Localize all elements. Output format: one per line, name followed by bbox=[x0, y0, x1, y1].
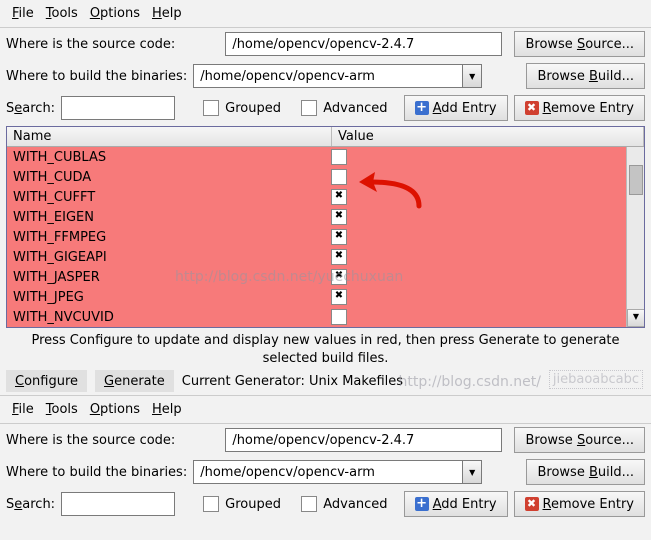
option-value[interactable] bbox=[325, 209, 644, 225]
grouped-label: Grouped bbox=[225, 101, 281, 116]
option-name: WITH_JASPER bbox=[7, 270, 325, 285]
hint-text: Press Configure to update and display ne… bbox=[0, 328, 651, 370]
remove-icon: ✖ bbox=[525, 101, 539, 115]
watermark-sub: http://blog.csdn.net/ bbox=[399, 374, 541, 390]
build-path-dropdown-2[interactable]: ▼ bbox=[462, 460, 482, 484]
option-name: WITH_GIGEAPI bbox=[7, 250, 325, 265]
grouped-label-2: Grouped bbox=[225, 497, 281, 512]
option-value[interactable] bbox=[325, 309, 644, 325]
label-search-2: Search: bbox=[6, 497, 55, 512]
advanced-label-2: Advanced bbox=[323, 497, 387, 512]
label-source-2: Where is the source code: bbox=[6, 433, 175, 448]
menubar-2: File Tools Options Help bbox=[0, 396, 651, 424]
option-value[interactable] bbox=[325, 229, 644, 245]
column-value[interactable]: Value bbox=[332, 127, 644, 146]
advanced-label: Advanced bbox=[323, 101, 387, 116]
plus-icon-2: + bbox=[415, 497, 429, 511]
option-name: WITH_EIGEN bbox=[7, 210, 325, 225]
scrollbar[interactable]: ▼ bbox=[626, 147, 644, 327]
menu-file-2[interactable]: File bbox=[8, 400, 38, 419]
options-table: Name Value WITH_CUBLAS WITH_CUDA WITH_CUFF… bbox=[6, 126, 645, 328]
browse-build-button-2[interactable]: Browse Build... bbox=[526, 459, 645, 485]
generate-button[interactable]: Generate bbox=[95, 370, 174, 392]
option-name: WITH_FFMPEG bbox=[7, 230, 325, 245]
build-path-dropdown[interactable]: ▼ bbox=[462, 64, 482, 88]
option-value[interactable] bbox=[325, 269, 644, 285]
table-row[interactable]: WITH_CUBLAS bbox=[7, 147, 644, 167]
option-value[interactable] bbox=[325, 149, 644, 165]
option-value[interactable] bbox=[325, 289, 644, 305]
option-value[interactable] bbox=[325, 249, 644, 265]
menu-options-2[interactable]: Options bbox=[86, 400, 144, 419]
browse-build-button[interactable]: Browse Build... bbox=[526, 63, 645, 89]
option-name: WITH_CUBLAS bbox=[7, 150, 325, 165]
configure-button[interactable]: Configure bbox=[6, 370, 87, 392]
option-checkbox[interactable] bbox=[331, 309, 347, 325]
option-checkbox[interactable] bbox=[331, 209, 347, 225]
menubar: File Tools Options Help bbox=[0, 0, 651, 28]
label-search: Search: bbox=[6, 101, 55, 116]
menu-help[interactable]: Help bbox=[148, 4, 186, 23]
table-body: WITH_CUBLAS WITH_CUDA WITH_CUFFT WITH_EIGEN… bbox=[7, 147, 644, 327]
search-input-2[interactable] bbox=[61, 492, 175, 516]
source-path-input[interactable] bbox=[225, 32, 502, 56]
option-checkbox[interactable] bbox=[331, 249, 347, 265]
table-row[interactable]: WITH_CUFFT bbox=[7, 187, 644, 207]
scroll-down-arrow[interactable]: ▼ bbox=[627, 309, 644, 327]
advanced-checkbox[interactable] bbox=[301, 100, 317, 116]
option-checkbox[interactable] bbox=[331, 289, 347, 305]
menu-tools[interactable]: Tools bbox=[42, 4, 82, 23]
option-name: WITH_CUFFT bbox=[7, 190, 325, 205]
generator-label: Current Generator: Unix Makefiles bbox=[182, 374, 403, 389]
column-name[interactable]: Name bbox=[7, 127, 332, 146]
option-value[interactable] bbox=[325, 189, 644, 205]
browse-source-button-2[interactable]: Browse Source... bbox=[514, 427, 645, 453]
table-row[interactable]: WITH_NVCUVID bbox=[7, 307, 644, 327]
advanced-checkbox-2[interactable] bbox=[301, 496, 317, 512]
remove-entry-button-2[interactable]: ✖ Remove Entry bbox=[514, 491, 645, 517]
table-row[interactable]: WITH_JASPER bbox=[7, 267, 644, 287]
grouped-checkbox-2[interactable] bbox=[203, 496, 219, 512]
option-checkbox[interactable] bbox=[331, 229, 347, 245]
browse-source-button[interactable]: Browse Source... bbox=[514, 31, 645, 57]
menu-help-2[interactable]: Help bbox=[148, 400, 186, 419]
label-source: Where is the source code: bbox=[6, 37, 175, 52]
table-header: Name Value bbox=[7, 127, 644, 147]
menu-options[interactable]: Options bbox=[86, 4, 144, 23]
label-build: Where to build the binaries: bbox=[6, 69, 187, 84]
build-path-input[interactable] bbox=[193, 64, 462, 88]
option-checkbox[interactable] bbox=[331, 149, 347, 165]
label-build-2: Where to build the binaries: bbox=[6, 465, 187, 480]
search-input[interactable] bbox=[61, 96, 175, 120]
option-checkbox[interactable] bbox=[331, 269, 347, 285]
menu-file[interactable]: File bbox=[8, 4, 38, 23]
build-path-input-2[interactable] bbox=[193, 460, 462, 484]
option-value[interactable] bbox=[325, 169, 644, 185]
option-checkbox[interactable] bbox=[331, 189, 347, 205]
option-name: WITH_NVCUVID bbox=[7, 310, 325, 325]
add-entry-button[interactable]: + Add Entry bbox=[404, 95, 508, 121]
source-path-input-2[interactable] bbox=[225, 428, 502, 452]
menu-tools-2[interactable]: Tools bbox=[42, 400, 82, 419]
table-row[interactable]: WITH_JPEG bbox=[7, 287, 644, 307]
remove-icon-2: ✖ bbox=[525, 497, 539, 511]
table-row[interactable]: WITH_EIGEN bbox=[7, 207, 644, 227]
scroll-thumb[interactable] bbox=[629, 165, 643, 195]
remove-entry-button[interactable]: ✖ Remove Entry bbox=[514, 95, 645, 121]
option-checkbox[interactable] bbox=[331, 169, 347, 185]
option-name: WITH_JPEG bbox=[7, 290, 325, 305]
table-row[interactable]: WITH_GIGEAPI bbox=[7, 247, 644, 267]
add-entry-button-2[interactable]: + Add Entry bbox=[404, 491, 508, 517]
plus-icon: + bbox=[415, 101, 429, 115]
watermark-small: jiebaoabcabc bbox=[549, 370, 643, 389]
grouped-checkbox[interactable] bbox=[203, 100, 219, 116]
table-row[interactable]: WITH_CUDA bbox=[7, 167, 644, 187]
table-row[interactable]: WITH_FFMPEG bbox=[7, 227, 644, 247]
option-name: WITH_CUDA bbox=[7, 170, 325, 185]
